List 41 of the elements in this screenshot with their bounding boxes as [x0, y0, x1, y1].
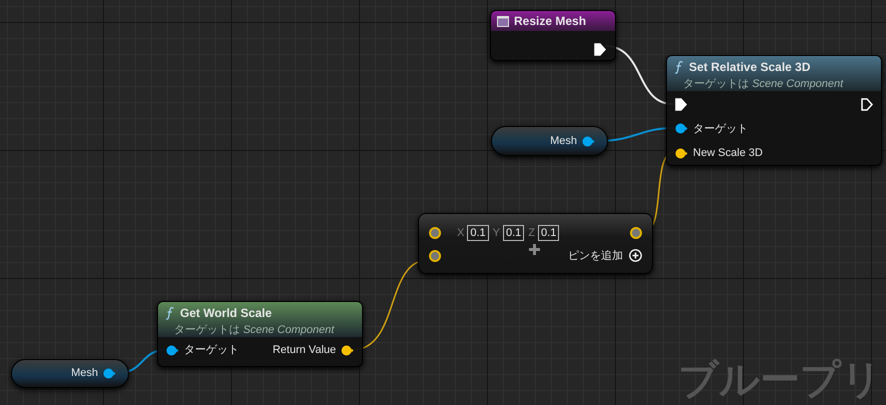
add-pin-button[interactable]: ピンを追加: [568, 248, 642, 264]
function-icon: [675, 60, 683, 74]
pin-icon[interactable]: [429, 250, 441, 262]
axis-label: X: [457, 226, 464, 241]
node-title: Get World Scale: [180, 305, 272, 322]
window-icon: [497, 16, 509, 26]
variable-label: Mesh: [550, 134, 577, 149]
pin-label: New Scale 3D: [693, 146, 763, 162]
function-node[interactable]: Set Relative Scale 3D ターゲットは Scene Component ターゲット New Scale 3D: [666, 55, 882, 166]
pin-icon[interactable]: [582, 136, 595, 146]
exec-pin-icon[interactable]: [594, 43, 606, 56]
pin-icon[interactable]: [630, 227, 642, 240]
node-title: Set Relative Scale 3D: [689, 59, 810, 76]
plus-icon: [529, 244, 540, 256]
pin-icon[interactable]: [103, 368, 116, 379]
pin-label: ターゲット: [693, 122, 748, 137]
exec-pin-icon[interactable]: [675, 98, 687, 112]
function-icon: [166, 306, 174, 320]
variable-label: Mesh: [71, 366, 98, 382]
axis-label: Y: [492, 226, 500, 241]
value-field[interactable]: 0.1: [502, 225, 524, 242]
pin-icon[interactable]: [675, 148, 688, 159]
pin-icon[interactable]: [341, 344, 354, 356]
variable-node[interactable]: Mesh: [491, 126, 608, 156]
value-field[interactable]: 0.1: [538, 225, 560, 242]
value-field[interactable]: 0.1: [467, 225, 489, 242]
pin-label: Return Value: [272, 342, 336, 358]
variable-node[interactable]: Mesh: [11, 359, 129, 388]
make-vector-node[interactable]: X 0.1 Y 0.1 Z 0.1 ピンを追加: [418, 213, 653, 274]
pin-icon[interactable]: [166, 344, 179, 356]
event-node[interactable]: Resize Mesh: [490, 10, 616, 61]
pin-icon[interactable]: [675, 123, 688, 134]
axis-label: Z: [528, 226, 536, 241]
function-node[interactable]: Get World Scale ターゲットは Scene Component ターゲット Return Value: [157, 301, 363, 367]
node-subtitle: ターゲットは Scene Component: [682, 77, 844, 92]
plus-circle-icon: [629, 249, 642, 262]
node-subtitle: ターゲットは Scene Component: [173, 323, 336, 338]
pin-label: ターゲット: [184, 342, 239, 358]
node-title: Resize Mesh: [514, 13, 586, 30]
pin-icon[interactable]: [429, 227, 441, 240]
exec-pin-icon[interactable]: [861, 98, 873, 112]
